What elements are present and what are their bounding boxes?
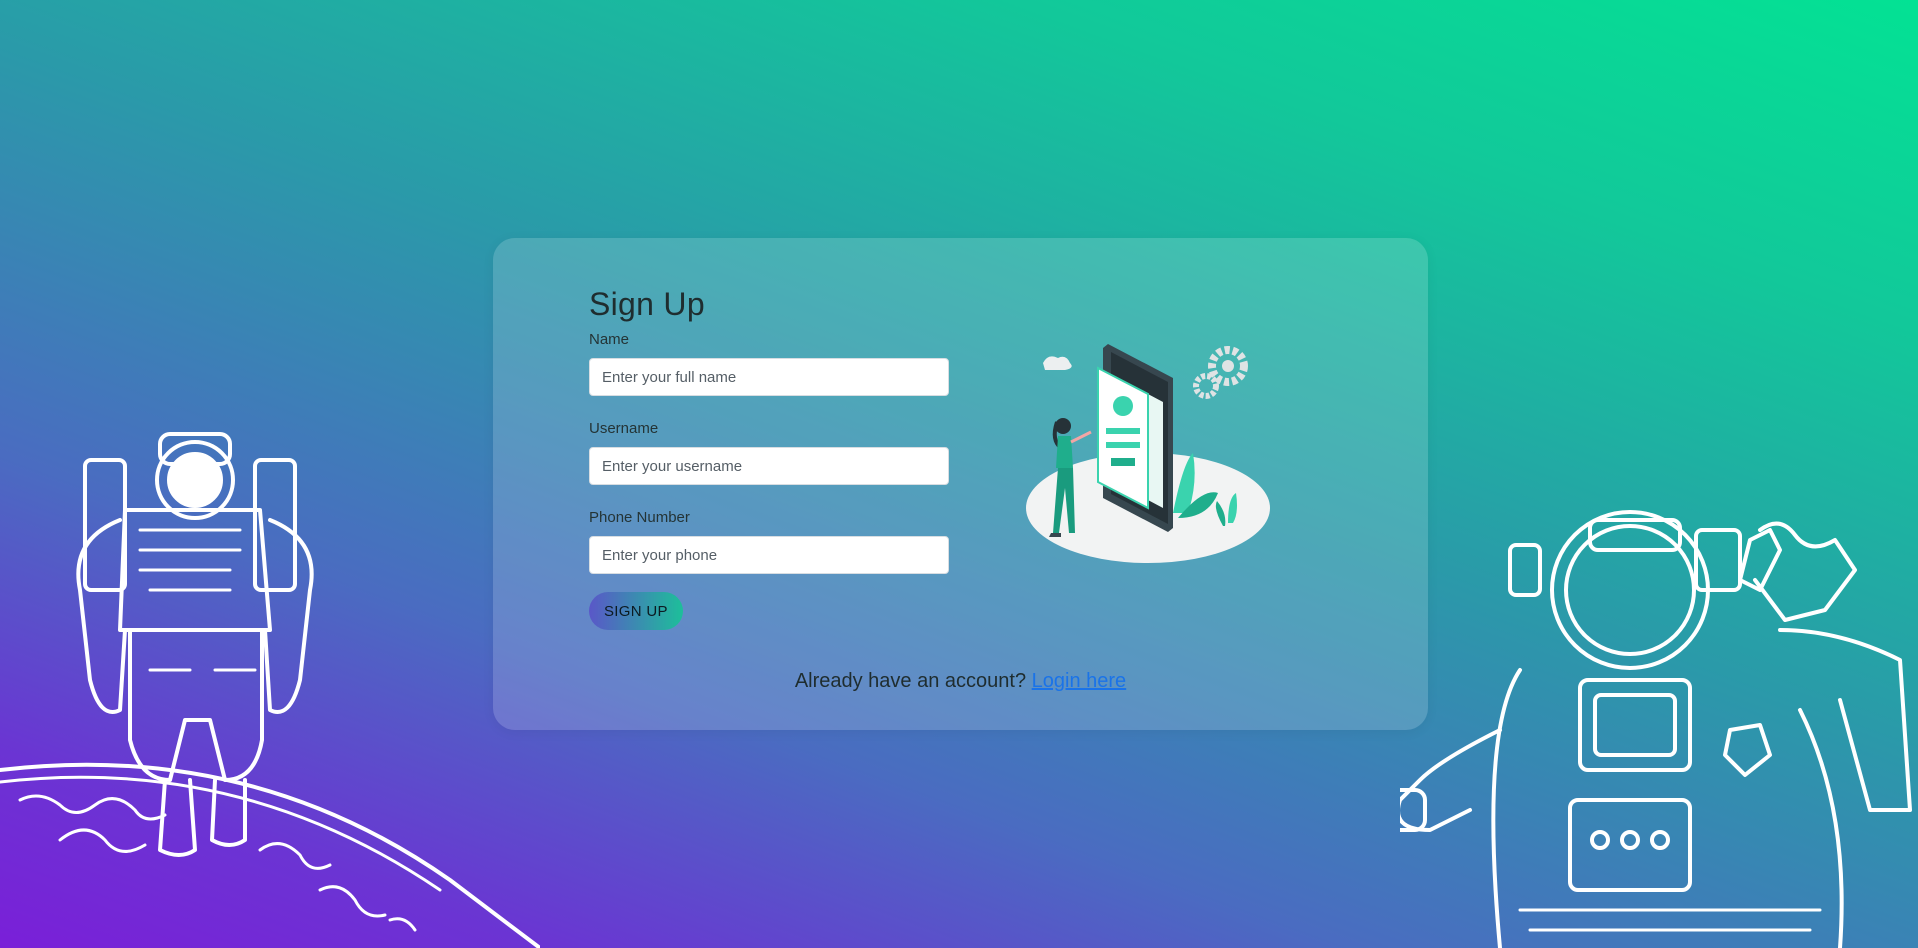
page-background: Sign Up Name Username Phone Number SIGN … — [0, 0, 1918, 948]
signup-form: Sign Up Name Username Phone Number SIGN … — [589, 286, 949, 630]
astronaut-saluting-icon — [1400, 510, 1912, 948]
name-input[interactable] — [589, 358, 949, 396]
signup-title: Sign Up — [589, 286, 705, 322]
phone-input[interactable] — [589, 536, 949, 574]
login-prompt-text: Already have an account? — [794, 670, 1027, 692]
signup-card: Sign Up Name Username Phone Number SIGN … — [493, 238, 1428, 730]
astronaut-on-planet-icon — [0, 432, 540, 948]
name-label: Name — [589, 331, 630, 348]
phone-profile-illustration — [1026, 344, 1270, 563]
login-prompt: Already have an account? Login here — [493, 670, 1428, 693]
username-label: Username — [589, 420, 659, 437]
signup-button[interactable]: SIGN UP — [589, 592, 683, 630]
login-link[interactable]: Login here — [1032, 670, 1127, 692]
phone-number-label: Phone Number — [589, 509, 690, 526]
username-input[interactable] — [589, 447, 949, 485]
